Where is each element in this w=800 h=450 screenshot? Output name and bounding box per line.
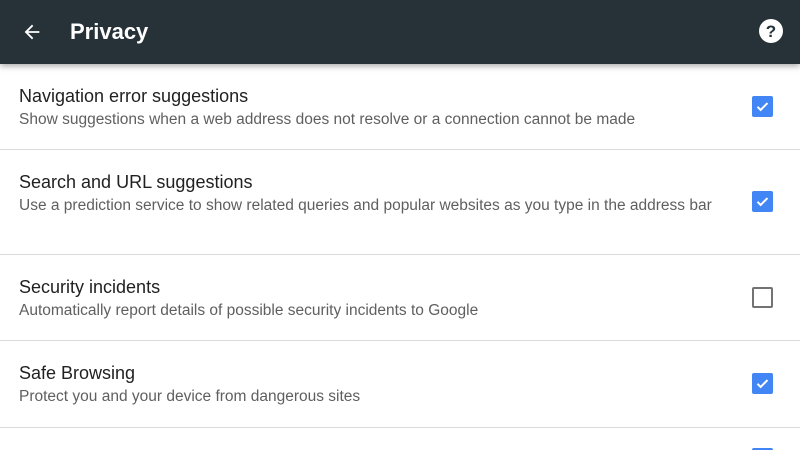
checkmark-icon xyxy=(756,379,769,389)
setting-checkbox[interactable] xyxy=(752,287,773,308)
svg-text:?: ? xyxy=(766,22,776,41)
back-button[interactable] xyxy=(14,14,50,50)
page-title: Privacy xyxy=(70,19,149,44)
help-icon: ? xyxy=(759,19,783,43)
checkmark-icon xyxy=(756,102,769,112)
setting-title: Security incidents xyxy=(19,277,161,297)
arrow-back-icon xyxy=(24,24,40,40)
setting-row-search-and-url-suggestions[interactable]: Search and URL suggestions Use a predict… xyxy=(0,150,800,255)
setting-row-security-incidents[interactable]: Security incidents Automatically report … xyxy=(0,255,800,341)
toolbar: Privacy ? xyxy=(0,0,800,64)
setting-checkbox[interactable] xyxy=(752,373,773,394)
setting-summary: Protect you and your device from dangero… xyxy=(19,388,361,405)
setting-summary: Automatically report details of possible… xyxy=(19,302,479,319)
setting-title: Navigation error suggestions xyxy=(19,86,249,106)
setting-title: Search and URL suggestions xyxy=(19,172,253,192)
checkmark-icon xyxy=(756,197,769,207)
setting-summary: Use a prediction service to show related… xyxy=(19,197,712,214)
setting-checkbox[interactable] xyxy=(752,191,773,212)
setting-summary: Show suggestions when a web address does… xyxy=(19,111,636,128)
help-button[interactable]: ? xyxy=(758,18,784,44)
setting-row-safe-browsing[interactable]: Safe Browsing Protect you and your devic… xyxy=(0,341,800,428)
setting-row-navigation-error-suggestions[interactable]: Navigation error suggestions Show sugges… xyxy=(0,64,800,150)
setting-checkbox[interactable] xyxy=(752,96,773,117)
privacy-settings-screen: Privacy ? Navigation error suggestions S… xyxy=(0,0,800,450)
setting-title: Safe Browsing xyxy=(19,363,136,383)
settings-list: Navigation error suggestions Show sugges… xyxy=(0,64,800,450)
